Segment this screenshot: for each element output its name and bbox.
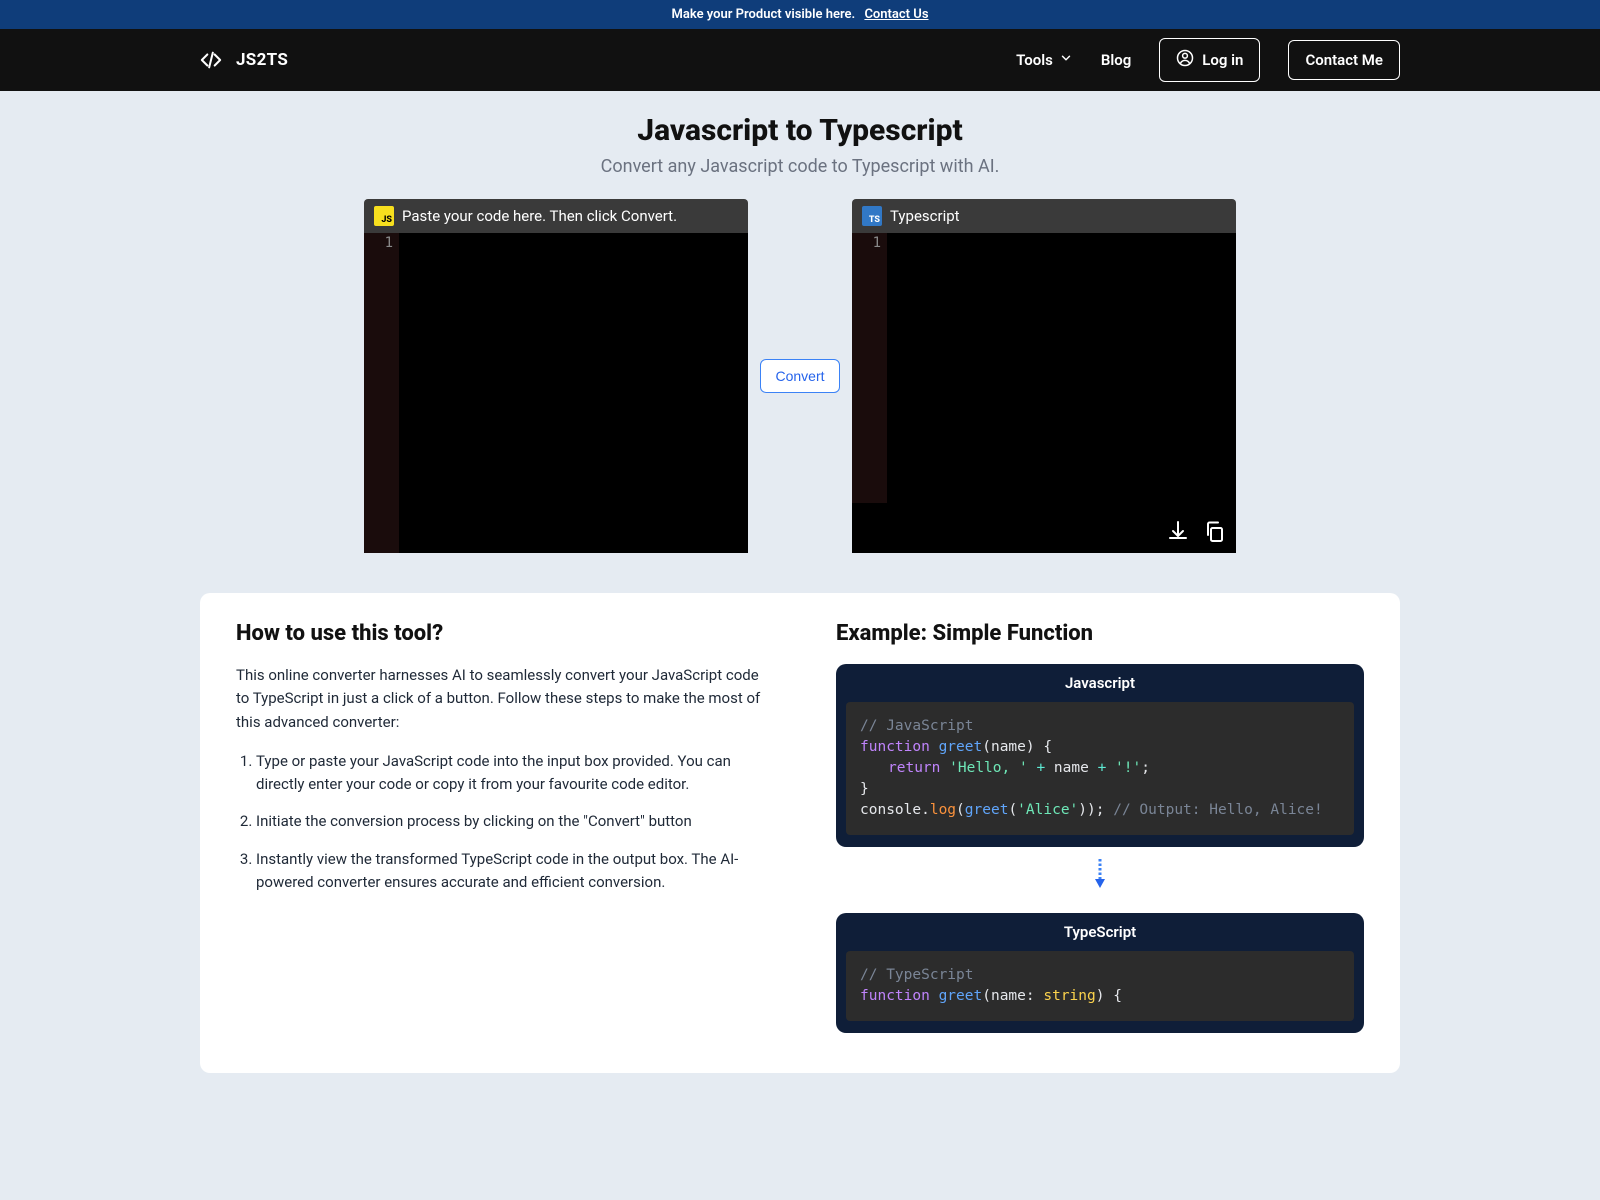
input-editor-body[interactable]: 1 — [364, 233, 748, 553]
example-ts-card: TypeScript // TypeScript function greet(… — [836, 913, 1364, 1033]
code-token: + — [1098, 760, 1107, 776]
code-token: '!' — [1115, 760, 1141, 776]
example-ts-title: TypeScript — [836, 913, 1364, 951]
code-token: . — [921, 802, 930, 818]
output-editor: TS Typescript 1 — [852, 199, 1236, 553]
code-token: 'Alice' — [1017, 802, 1078, 818]
input-editor-header: JS Paste your code here. Then click Conv… — [364, 199, 748, 233]
input-editor: JS Paste your code here. Then click Conv… — [364, 199, 748, 553]
arrow-down-icon — [836, 847, 1364, 903]
code-token: greet — [939, 739, 983, 755]
howto-intro: This online converter harnesses AI to se… — [236, 664, 764, 734]
announcement-text: Make your Product visible here. — [671, 7, 855, 22]
output-editor-body: 1 — [852, 233, 1236, 553]
converter: JS Paste your code here. Then click Conv… — [0, 199, 1600, 553]
brand-name: JS2TS — [236, 50, 288, 70]
typescript-badge-icon: TS — [862, 206, 882, 226]
output-code-area — [887, 233, 1236, 553]
code-token: string — [1043, 988, 1095, 1004]
howto-step: Instantly view the transformed TypeScrip… — [256, 848, 764, 895]
howto-heading: How to use this tool? — [236, 621, 764, 646]
code-token: greet — [939, 988, 983, 1004]
code-token: name — [991, 988, 1026, 1004]
example-js-code: // JavaScript function greet(name) { ret… — [846, 702, 1354, 835]
page-title: Javascript to Typescript — [0, 113, 1600, 148]
convert-button[interactable]: Convert — [760, 359, 839, 393]
announcement-bar: Make your Product visible here. Contact … — [0, 0, 1600, 29]
code-token: function — [860, 739, 930, 755]
nav-tools[interactable]: Tools — [1016, 51, 1073, 69]
brand[interactable]: JS2TS — [200, 49, 288, 71]
code-token: ( — [1008, 802, 1017, 818]
code-token: greet — [965, 802, 1009, 818]
nav-blog[interactable]: Blog — [1101, 51, 1131, 69]
input-line-numbers: 1 — [364, 233, 399, 553]
contact-me-button[interactable]: Contact Me — [1288, 40, 1400, 80]
output-editor-header: TS Typescript — [852, 199, 1236, 233]
code-token: function — [860, 988, 930, 1004]
example-js-title: Javascript — [836, 664, 1364, 702]
hero: Javascript to Typescript Convert any Jav… — [0, 91, 1600, 177]
code-token: ( — [956, 802, 965, 818]
code-token: // Output: Hello, Alice! — [1113, 802, 1323, 818]
code-icon — [200, 49, 222, 71]
code-token: ( — [982, 988, 991, 1004]
contact-me-label: Contact Me — [1305, 51, 1383, 69]
example-section: Example: Simple Function Javascript // J… — [800, 621, 1400, 1033]
copy-icon[interactable] — [1202, 519, 1226, 543]
example-heading: Example: Simple Function — [836, 621, 1364, 646]
code-token: // TypeScript — [860, 967, 974, 983]
code-token: ; — [1141, 760, 1150, 776]
code-token: ) { — [1096, 988, 1122, 1004]
login-button[interactable]: Log in — [1159, 38, 1260, 82]
announcement-link[interactable]: Contact Us — [864, 7, 928, 22]
code-token: return — [888, 760, 940, 776]
code-token: console — [860, 802, 921, 818]
code-token: (name) { — [982, 739, 1052, 755]
download-icon[interactable] — [1166, 519, 1190, 543]
navbar: JS2TS Tools Blog Log in Contact Me — [0, 29, 1600, 91]
output-editor-label: Typescript — [890, 207, 960, 225]
input-code-area[interactable] — [399, 233, 748, 553]
convert-column: Convert — [756, 359, 844, 393]
page-subtitle: Convert any Javascript code to Typescrip… — [0, 156, 1600, 177]
info-card: How to use this tool? This online conver… — [200, 593, 1400, 1073]
code-token: name — [1054, 760, 1089, 776]
code-token: // JavaScript — [860, 718, 974, 734]
output-actions — [1166, 519, 1226, 543]
user-icon — [1176, 49, 1194, 71]
howto-step: Type or paste your JavaScript code into … — [256, 750, 764, 797]
line-number: 1 — [364, 235, 393, 251]
chevron-down-icon — [1059, 51, 1073, 69]
output-line-numbers: 1 — [852, 233, 887, 503]
login-label: Log in — [1202, 51, 1243, 69]
code-token: log — [930, 802, 956, 818]
example-ts-code: // TypeScript function greet(name: strin… — [846, 951, 1354, 1021]
javascript-badge-icon: JS — [374, 206, 394, 226]
code-token: 'Hello, ' — [949, 760, 1028, 776]
input-editor-label: Paste your code here. Then click Convert… — [402, 207, 677, 225]
code-token: )); — [1078, 802, 1104, 818]
code-token: } — [860, 781, 869, 797]
howto-steps: Type or paste your JavaScript code into … — [236, 750, 764, 894]
code-token: + — [1036, 760, 1045, 776]
example-js-card: Javascript // JavaScript function greet(… — [836, 664, 1364, 847]
nav-right: Tools Blog Log in Contact Me — [1016, 38, 1400, 82]
howto-step: Initiate the conversion process by click… — [256, 810, 764, 833]
line-number: 1 — [852, 235, 881, 251]
howto-section: How to use this tool? This online conver… — [200, 621, 800, 1033]
nav-tools-label: Tools — [1016, 51, 1053, 69]
code-token: : — [1026, 988, 1035, 1004]
